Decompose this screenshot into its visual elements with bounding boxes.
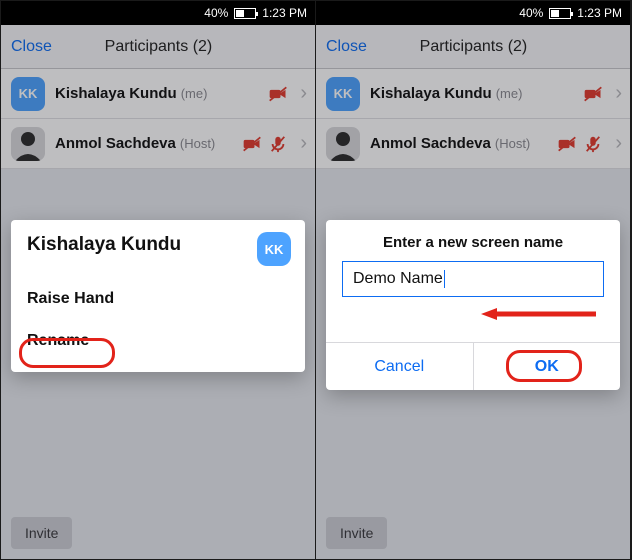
- cancel-button[interactable]: Cancel: [326, 343, 473, 390]
- rename-action[interactable]: Rename: [27, 320, 289, 362]
- sheet-participant-name: Kishalaya Kundu: [27, 234, 289, 256]
- left-screenshot: 40% 1:23 PM Close Participants (2) KK Ki…: [1, 1, 316, 559]
- dialog-title: Enter a new screen name: [326, 220, 620, 261]
- right-screenshot: 40% 1:23 PM Close Participants (2) KK Ki…: [316, 1, 631, 559]
- raise-hand-action[interactable]: Raise Hand: [27, 278, 289, 320]
- status-bar: 40% 1:23 PM: [1, 1, 315, 25]
- sheet-avatar: KK: [257, 232, 291, 266]
- annotation-arrow-icon: [481, 307, 596, 321]
- battery-icon: [549, 8, 571, 19]
- battery-percent: 40%: [519, 6, 543, 20]
- rename-dialog: Enter a new screen name Demo Name Cancel…: [326, 220, 620, 390]
- battery-percent: 40%: [204, 6, 228, 20]
- clock: 1:23 PM: [577, 6, 622, 20]
- battery-icon: [234, 8, 256, 19]
- participant-action-sheet: KK Kishalaya Kundu Raise Hand Rename: [11, 220, 305, 372]
- status-bar: 40% 1:23 PM: [316, 1, 630, 25]
- ok-button[interactable]: OK: [473, 343, 621, 390]
- screen-name-input[interactable]: Demo Name: [342, 261, 604, 297]
- clock: 1:23 PM: [262, 6, 307, 20]
